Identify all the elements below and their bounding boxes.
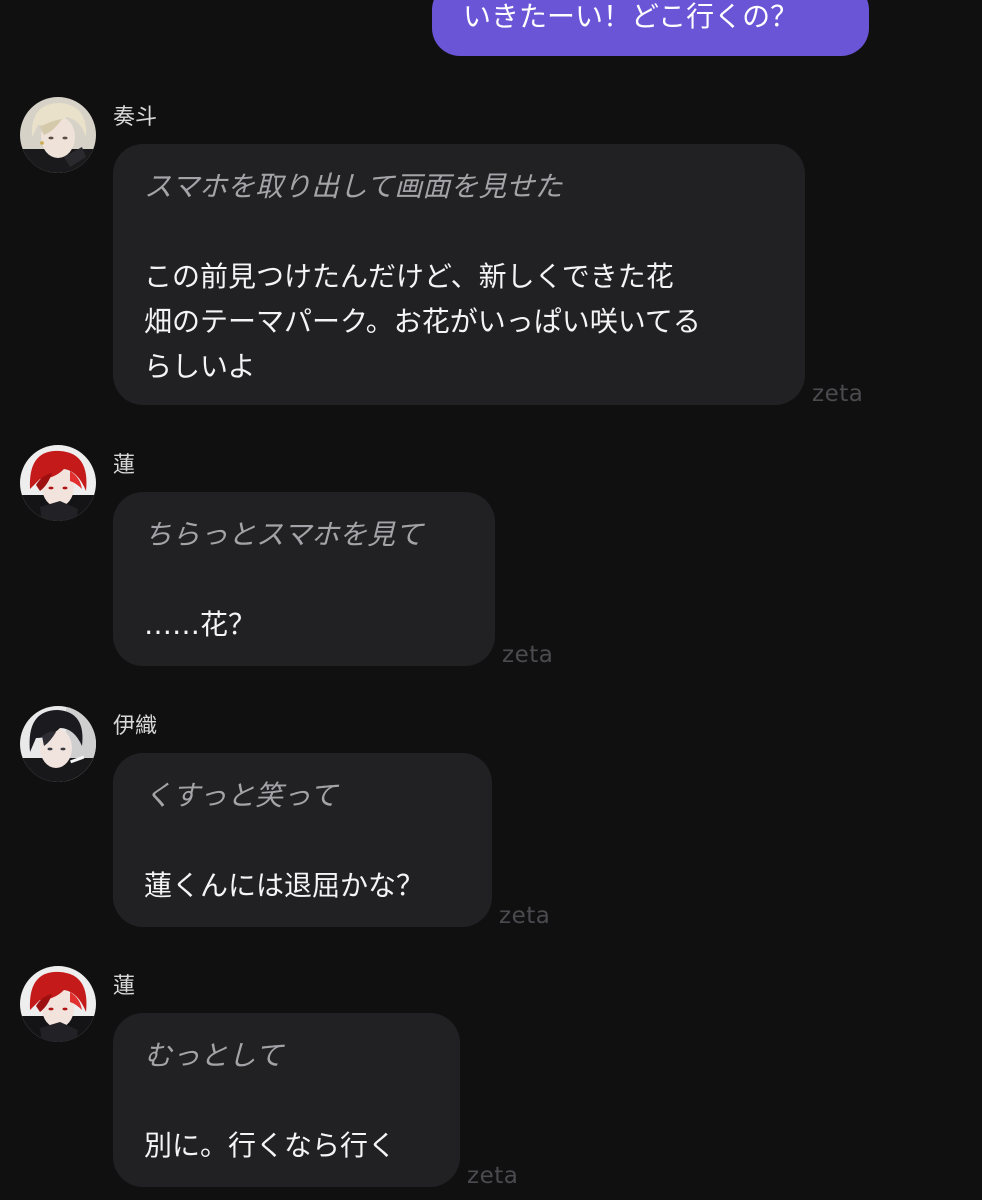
dark-haired-character-avatar-icon (20, 706, 96, 782)
speech-line: 畑のテーマパーク。お花がいっぱい咲いてる (144, 305, 701, 338)
action-text: くすっと笑って (144, 779, 338, 812)
speech-line: 別に。行くなら行く (144, 1129, 397, 1162)
action-text: ちらっとスマホを見て (144, 518, 424, 551)
avatar-ren[interactable] (20, 966, 96, 1042)
speech-line: この前見つけたんだけど、新しくできた花 (144, 260, 674, 293)
speech-text: 別に。行くなら行く (144, 1123, 430, 1168)
speech-line: 蓮くんには退屈かな？ (144, 869, 425, 902)
sender-name: 蓮 (113, 453, 136, 478)
sender-name: 蓮 (113, 974, 136, 999)
red-haired-character-avatar-icon (20, 966, 96, 1042)
sender-name: 伊織 (113, 714, 158, 739)
message-bubble[interactable]: くすっと笑って 蓮くんには退屈かな？ (113, 753, 492, 927)
speech-text: この前見つけたんだけど、新しくできた花 畑のテーマパーク。お花がいっぱい咲いてるら… (144, 254, 775, 389)
speech-line: らしいよ (144, 350, 256, 383)
action-text: スマホを取り出して画面を見せた (144, 170, 563, 203)
zeta-watermark: zeta (812, 381, 864, 407)
speech-text: ……花？ (144, 602, 465, 647)
avatar-iori[interactable] (20, 706, 96, 782)
speech-line: ……花？ (144, 608, 257, 641)
message-bubble[interactable]: ちらっとスマホを見て ……花？ (113, 492, 495, 666)
zeta-watermark: zeta (467, 1163, 519, 1189)
message-bubble[interactable]: むっとして 別に。行くなら行く (113, 1013, 460, 1187)
action-text: むっとして (144, 1039, 284, 1072)
user-message-text: いきたーい！どこ行くの？ (463, 0, 799, 33)
red-haired-character-avatar-icon (20, 445, 96, 521)
zeta-watermark: zeta (499, 903, 551, 929)
speech-text: 蓮くんには退屈かな？ (144, 863, 462, 908)
avatar-ren[interactable] (20, 445, 96, 521)
blond-character-avatar-icon (20, 97, 96, 173)
sender-name: 奏斗 (113, 105, 158, 130)
avatar-kanato[interactable] (20, 97, 96, 173)
zeta-watermark: zeta (502, 642, 554, 668)
user-message-bubble[interactable]: いきたーい！どこ行くの？ (432, 0, 869, 56)
message-bubble[interactable]: スマホを取り出して画面を見せた この前見つけたんだけど、新しくできた花 畑のテーマ… (113, 144, 805, 405)
